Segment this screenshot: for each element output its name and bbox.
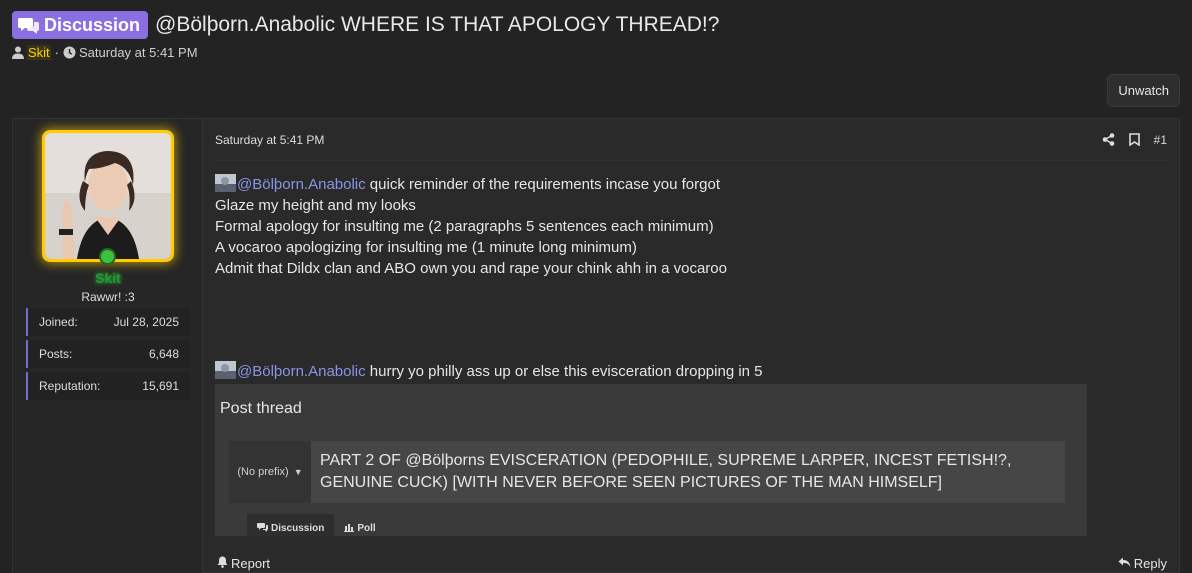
mention-link[interactable]: @Bölþorn.Anabolic [237, 176, 366, 193]
message-footer: Report Reply [217, 556, 1167, 571]
reply-icon [1118, 556, 1131, 571]
bookmark-icon[interactable] [1128, 133, 1140, 146]
report-label: Report [231, 556, 271, 571]
message-date[interactable]: Saturday at 5:41 PM [215, 133, 324, 147]
stat-reputation: Reputation: 15,691 [26, 372, 190, 400]
thread-header: Discussion @Bölþorn.Anabolic WHERE IS TH… [12, 10, 1180, 60]
message-line: @Bölþorn.Anabolic quick reminder of the … [215, 174, 1167, 195]
stat-value: Jul 28, 2025 [113, 315, 179, 329]
message-line: Formal apology for insulting me (2 parag… [215, 218, 714, 235]
embed-title-row: (No prefix) ▼ PART 2 OF @Bölþorns EVISCE… [229, 441, 1065, 503]
thread-prefix-badge[interactable]: Discussion [12, 11, 149, 39]
avatar[interactable] [42, 130, 174, 262]
clock-icon [63, 46, 76, 59]
title-row: Discussion @Bölþorn.Anabolic WHERE IS TH… [12, 10, 1180, 40]
stat-label: Reputation: [39, 379, 101, 393]
post-number-link[interactable]: #1 [1154, 133, 1167, 147]
thread-author-link[interactable]: Skit [27, 45, 51, 60]
avatar-image [45, 133, 171, 259]
unwatch-button[interactable]: Unwatch [1107, 74, 1180, 107]
message-body: @Bölþorn.Anabolic quick reminder of the … [215, 174, 1167, 382]
post: Skit Rawwr! :3 Joined: Jul 28, 2025 Post… [12, 118, 1180, 573]
message-line: @Bölþorn.Anabolic hurry yo philly ass up… [215, 361, 1167, 382]
message-actions: #1 [1102, 133, 1167, 147]
thread-title-input[interactable]: PART 2 OF @Bölþorns EVISCERATION (PEDOPH… [311, 441, 1065, 503]
comments-icon [257, 522, 268, 535]
embed-tabs: Discussion Poll [247, 514, 386, 536]
message-text: hurry yo philly ass up or else this evis… [365, 363, 763, 380]
username[interactable]: Skit [13, 270, 203, 286]
tab-label: Discussion [271, 523, 325, 534]
message-text: quick reminder of the requirements incas… [365, 176, 720, 193]
message-header: Saturday at 5:41 PM #1 [215, 119, 1167, 161]
reply-label: Reply [1133, 556, 1167, 571]
comments-icon [18, 16, 40, 34]
prefix-label: Discussion [44, 14, 141, 35]
share-icon[interactable] [1102, 133, 1115, 146]
mention-avatar-icon [215, 361, 236, 379]
user-pane: Skit Rawwr! :3 Joined: Jul 28, 2025 Post… [13, 119, 203, 573]
message-main: Saturday at 5:41 PM #1 @Bölþorn.Anabolic… [203, 119, 1179, 572]
embed-title: Post thread [220, 400, 302, 417]
stat-value: 15,691 [142, 379, 179, 393]
message-line: Glaze my height and my looks [215, 197, 416, 214]
thread-meta: Skit · Saturday at 5:41 PM [12, 45, 1180, 60]
user-icon [12, 46, 24, 59]
mention-link[interactable]: @Bölþorn.Anabolic [237, 363, 366, 380]
thread-date[interactable]: Saturday at 5:41 PM [79, 45, 198, 60]
stat-label: Posts: [39, 347, 73, 361]
thread-title: @Bölþorn.Anabolic WHERE IS THAT APOLOGY … [155, 13, 720, 36]
stat-joined: Joined: Jul 28, 2025 [26, 308, 190, 336]
user-stats: Joined: Jul 28, 2025 Posts: 6,648 Reputa… [26, 308, 190, 404]
tab-discussion[interactable]: Discussion [247, 514, 335, 536]
reply-link[interactable]: Reply [1118, 556, 1167, 571]
meta-separator: · [54, 45, 60, 60]
tab-poll[interactable]: Poll [334, 514, 385, 536]
message-line: A vocaroo apologizing for insulting me (… [215, 239, 637, 256]
mention-avatar-icon [215, 174, 236, 192]
message-line: Admit that Dildx clan and ABO own you an… [215, 260, 727, 277]
bar-chart-icon [344, 522, 355, 535]
stat-posts: Posts: 6,648 [26, 340, 190, 368]
user-title: Rawwr! :3 [81, 290, 135, 304]
report-link[interactable]: Report [217, 556, 270, 571]
stat-value[interactable]: 6,648 [149, 347, 179, 361]
bell-icon [217, 556, 228, 571]
caret-down-icon: ▼ [293, 467, 303, 477]
online-status-indicator [99, 248, 116, 265]
embedded-screenshot: Post thread (No prefix) ▼ PART 2 OF @Böl… [215, 384, 1087, 536]
prefix-select-value: (No prefix) [237, 466, 289, 478]
tab-label: Poll [357, 523, 376, 534]
prefix-select[interactable]: (No prefix) ▼ [229, 441, 311, 503]
stat-label: Joined: [39, 315, 78, 329]
